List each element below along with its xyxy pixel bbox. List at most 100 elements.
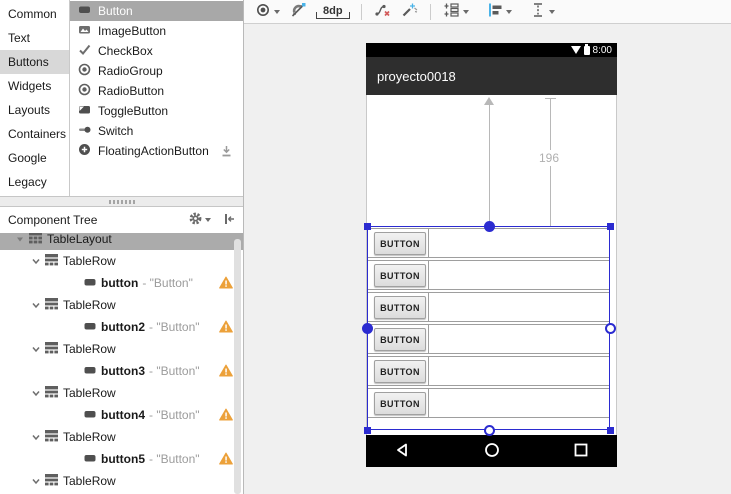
wifi-icon [571, 46, 581, 54]
warning-icon[interactable] [219, 408, 233, 424]
palette-category-buttons[interactable]: Buttons [0, 50, 69, 74]
margin-measure-label: 196 [535, 150, 563, 166]
palette-item-imagebutton[interactable]: ImageButton [70, 21, 243, 41]
tree-row-button5[interactable]: button5 - "Button" [0, 448, 243, 470]
home-icon [484, 442, 500, 461]
palette-category-widgets[interactable]: Widgets [0, 74, 69, 98]
tree-scrollbar[interactable] [234, 239, 241, 494]
view-options-button[interactable] [252, 0, 283, 23]
palette-item-floatingactionbutton[interactable]: FloatingActionButton [70, 141, 243, 161]
chevron-down-icon[interactable] [30, 255, 42, 267]
tablerow-icon [45, 430, 58, 445]
tree-row-tablerow[interactable]: TableRow [0, 294, 243, 316]
tree-row-value: - "Button" [149, 364, 200, 378]
warning-icon[interactable] [219, 276, 233, 292]
button-icon [84, 364, 96, 379]
constraint-anchor-top[interactable] [484, 221, 495, 232]
tablelayout-icon [29, 233, 42, 247]
margin-tick-icon [346, 12, 350, 19]
chevron-down-icon[interactable] [30, 387, 42, 399]
chevron-down-icon[interactable] [30, 431, 42, 443]
constraint-anchor-left[interactable] [362, 323, 373, 334]
infer-constraints-button[interactable] [398, 0, 421, 23]
pack-button[interactable] [440, 0, 472, 23]
default-margin-control[interactable]: 8dp [314, 5, 352, 19]
tablerow-icon [45, 342, 58, 357]
palette-item-togglebutton[interactable]: ToggleButton [70, 101, 243, 121]
image-button-icon [78, 23, 91, 39]
tree-row-button3[interactable]: button3 - "Button" [0, 360, 243, 382]
resize-handle-bottom-right[interactable] [607, 427, 614, 434]
expand-arrow-icon[interactable] [14, 233, 26, 245]
collapse-all-button[interactable] [221, 212, 235, 229]
tree-settings-button[interactable] [188, 211, 211, 229]
splitter-grip-icon [109, 200, 135, 204]
chevron-down-icon[interactable] [30, 299, 42, 311]
resize-handle-top-right[interactable] [607, 223, 614, 230]
warning-icon[interactable] [219, 452, 233, 468]
switch-icon [78, 123, 91, 139]
resize-handle-top-left[interactable] [364, 223, 371, 230]
tree-row-tablerow[interactable]: TableRow [0, 426, 243, 448]
tree-row-tablerow[interactable]: TableRow [0, 250, 243, 272]
constraint-anchor-bottom[interactable] [484, 425, 495, 436]
warning-icon[interactable] [219, 320, 233, 336]
resize-handle-bottom-left[interactable] [364, 427, 371, 434]
fab-icon [78, 143, 91, 159]
palette-item-label: Button [98, 4, 133, 18]
tablerow-icon [45, 474, 58, 489]
tree-row-label: button [101, 276, 138, 290]
palette-category-legacy[interactable]: Legacy [0, 170, 69, 194]
design-surface[interactable]: 8:00 proyecto0018 196 BUTTON [244, 24, 731, 494]
toolbar-separator [361, 4, 362, 20]
palette-item-label: RadioButton [98, 84, 164, 98]
component-tree-rows: TableLayout TableRow button - "Button" [0, 233, 243, 494]
tree-row-label: button2 [101, 320, 145, 334]
tree-row-label: button3 [101, 364, 145, 378]
clear-constraints-button[interactable] [371, 0, 394, 23]
palette-category-text[interactable]: Text [0, 26, 69, 50]
palette-item-switch[interactable]: Switch [70, 121, 243, 141]
constraint-line [489, 104, 490, 226]
distribute-button[interactable] [527, 0, 558, 23]
device-nav-bar [366, 435, 617, 467]
warning-icon[interactable] [219, 364, 233, 380]
infer-constraints-icon [401, 2, 418, 21]
palette-item-radiobutton[interactable]: RadioButton [70, 81, 243, 101]
component-tree-title: Component Tree [8, 213, 178, 227]
palette-category-google[interactable]: Google [0, 146, 69, 170]
palette-item-label: RadioGroup [98, 64, 163, 78]
palette-item-label: ToggleButton [98, 104, 168, 118]
chevron-down-icon[interactable] [30, 343, 42, 355]
palette-category-common[interactable]: Common [0, 2, 69, 26]
palette-item-checkbox[interactable]: CheckBox [70, 41, 243, 61]
component-tree-panel: Component Tree TableLayout [0, 207, 243, 494]
align-button[interactable] [484, 0, 515, 23]
download-icon[interactable] [220, 144, 233, 160]
tree-row-button[interactable]: button - "Button" [0, 272, 243, 294]
tree-row-button4[interactable]: button4 - "Button" [0, 404, 243, 426]
panel-splitter[interactable] [0, 197, 243, 207]
palette-category-layouts[interactable]: Layouts [0, 98, 69, 122]
tree-row-tablelayout[interactable]: TableLayout [0, 233, 243, 250]
checkmark-icon [78, 43, 91, 59]
palette-item-label: ImageButton [98, 24, 166, 38]
palette-category-containers[interactable]: Containers [0, 122, 69, 146]
tablerow-icon [45, 254, 58, 269]
constraint-anchor-right[interactable] [605, 323, 616, 334]
autoconnect-toggle-button[interactable] [287, 0, 310, 23]
autoconnect-off-icon [290, 2, 307, 21]
chevron-down-icon [506, 10, 512, 14]
tree-row-tablerow[interactable]: TableRow [0, 382, 243, 404]
chevron-down-icon[interactable] [30, 475, 42, 487]
align-icon [487, 2, 503, 21]
tree-row-label: button4 [101, 408, 145, 422]
palette-items: Button ImageButton CheckBox RadioGroup R… [70, 0, 243, 196]
tree-row-tablerow[interactable]: TableRow [0, 338, 243, 360]
tree-row-tablerow[interactable]: TableRow [0, 470, 243, 492]
battery-icon [584, 46, 590, 55]
palette-item-button[interactable]: Button [70, 1, 243, 21]
tree-row-button2[interactable]: button2 - "Button" [0, 316, 243, 338]
palette-item-radiogroup[interactable]: RadioGroup [70, 61, 243, 81]
app-title: proyecto0018 [377, 69, 456, 84]
